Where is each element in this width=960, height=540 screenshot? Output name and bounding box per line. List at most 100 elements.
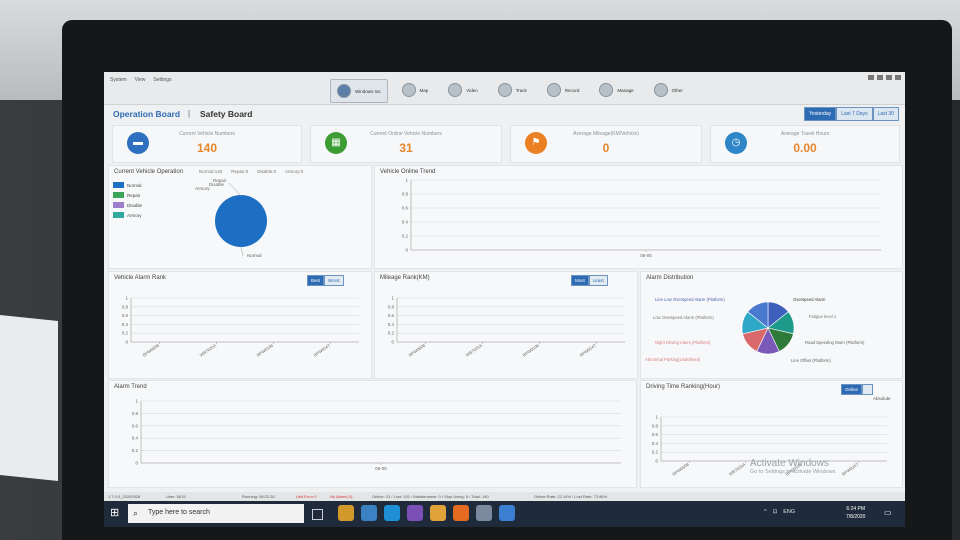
- y-tick-label: 0.4: [122, 322, 129, 327]
- manage-icon: [599, 83, 614, 97]
- windows-start-icon[interactable]: ⊞: [110, 508, 121, 519]
- pie-slice-normal[interactable]: [215, 195, 267, 247]
- panel-vehicle-operation: Current Vehicle Operation Normal:140 Rep…: [108, 165, 372, 269]
- nav-video[interactable]: Video: [442, 79, 483, 101]
- y-tick-label: 1: [125, 296, 128, 301]
- tab-operation-board[interactable]: Operation Board: [113, 109, 180, 119]
- menu-item-settings[interactable]: Settings: [153, 77, 171, 83]
- taskbar-app-icon[interactable]: [338, 505, 354, 521]
- x-tick-label: BPW0247: [841, 461, 860, 476]
- y-tick-label: 0.4: [402, 220, 409, 225]
- close-icon[interactable]: [895, 75, 901, 80]
- taskbar-app-icon[interactable]: [361, 505, 377, 521]
- task-view-icon[interactable]: [312, 509, 323, 520]
- restore-icon[interactable]: [868, 75, 874, 80]
- watermark-line2: Go to Settings to activate Windows.: [750, 469, 837, 475]
- range-yesterday[interactable]: Yesterday: [804, 107, 837, 121]
- nav-label: Windows Ios: [355, 88, 381, 94]
- kpi-label: Current Online Vehicle Numbers: [370, 131, 442, 137]
- taskbar-clock[interactable]: 6:24 PM 7/8/2020: [846, 505, 865, 521]
- nav-map[interactable]: Map: [396, 79, 435, 101]
- nav-label: Video: [466, 87, 478, 93]
- x-tick-label: WB7626A: [465, 343, 483, 358]
- dist-label: Overspeed Alarm: [793, 297, 826, 302]
- y-tick-label: 0: [135, 461, 138, 466]
- nav-label: Track: [515, 87, 527, 93]
- status-version: 1.7.0.0_20200528: [108, 494, 141, 499]
- y-tick-label: 0.6: [132, 423, 139, 428]
- status-bar: 1.7.0.0_20200528 User: 5015 Running: 08:…: [104, 492, 905, 501]
- pie-label-disable: Disable: [209, 182, 225, 187]
- pie-label-normal: Normal: [247, 253, 262, 258]
- nav-record[interactable]: Record: [541, 79, 586, 101]
- pie-leader-line: [228, 182, 242, 197]
- taskbar-app-icon[interactable]: [476, 505, 492, 521]
- tray-language[interactable]: ENG: [783, 509, 795, 515]
- alarm-distribution-pie: Line Low Overspeed Alarm (Platform) Over…: [645, 297, 865, 363]
- y-tick-label: 0: [655, 459, 658, 464]
- x-tick-label: BPW0608: [142, 342, 161, 357]
- y-tick-label: 1: [391, 296, 394, 301]
- alarm-rank-chart: 1 0.8 0.6 0.4 0.2 0 BPW0608 WB7626A BPW0196 BPW02…: [122, 296, 359, 358]
- dist-label: Line Low Overspeed Alarm (Platform): [655, 297, 725, 302]
- status-rate: Online Rate: 22.14% / Lost Rate: 72.86%: [534, 494, 608, 499]
- y-tick-label: 0.4: [132, 436, 139, 441]
- nav-windows-ios[interactable]: Windows Ios: [330, 79, 388, 103]
- app-titlebar: System View Settings Windows Ios Map Vid…: [104, 72, 905, 105]
- alarm-trend-chart: 1 0.8 0.6 0.4 0.2 0 06-05: [132, 399, 621, 471]
- kpi-online-vehicles: ▦ Current Online Vehicle Numbers 31: [310, 125, 502, 163]
- kpi-travel-hours: ◷ Average Travel Hours 0.00: [710, 125, 900, 163]
- pie-label-armory: Armory: [195, 186, 210, 191]
- range-last-7-days[interactable]: Last 7 Days: [836, 107, 873, 121]
- menu-item-view[interactable]: View: [135, 77, 146, 83]
- y-tick-label: 0.6: [402, 206, 409, 211]
- nav-other[interactable]: Other: [648, 79, 689, 101]
- notification-icon[interactable]: ▭: [884, 508, 892, 517]
- taskbar-app-icon[interactable]: [453, 505, 469, 521]
- status-alarm-1: Unit Error 0: [296, 494, 317, 499]
- x-tick-label: 06-05: [375, 466, 387, 471]
- panel-alarm-trend: Alarm Trend 1 0.8 0.6 0.4 0.2 0 06-05: [108, 380, 637, 488]
- dist-label: Night Driving Alarm (Platform): [655, 340, 711, 345]
- taskbar-app-icon[interactable]: [384, 505, 400, 521]
- track-icon: [497, 83, 512, 97]
- taskbar-app-icon[interactable]: [430, 505, 446, 521]
- kpi-value: 31: [399, 141, 413, 155]
- minimize-icon[interactable]: [877, 75, 883, 80]
- tab-safety-board[interactable]: Safety Board: [200, 109, 252, 119]
- status-alarm-2: No Alarm(.0): [330, 494, 353, 499]
- range-selector: Yesterday Last 7 Days Last 30: [804, 107, 899, 121]
- taskbar-app-icon[interactable]: [407, 505, 423, 521]
- watermark-line1: Activate Windows: [750, 458, 829, 469]
- x-tick-label: 06-05: [640, 253, 652, 258]
- dist-label: Road Speeding Warn (Platform): [805, 340, 865, 345]
- menu-item-system[interactable]: System: [110, 77, 127, 83]
- taskbar-search[interactable]: ⌕ Type here to search: [128, 504, 304, 523]
- y-tick-label: 0.2: [132, 448, 139, 453]
- range-last-30[interactable]: Last 30: [872, 107, 899, 121]
- x-tick-label: BPW0247: [313, 342, 332, 357]
- panel-alarm-rank: Vehicle Alarm Rank Best Worst 1 0.8 0.6 0.4…: [108, 271, 372, 379]
- maximize-icon[interactable]: [886, 75, 892, 80]
- x-tick-label: BPW0608: [408, 342, 427, 357]
- taskbar-app-icon[interactable]: [499, 505, 515, 521]
- nav-track[interactable]: Track: [492, 79, 533, 101]
- y-tick-label: 0.2: [388, 331, 395, 336]
- activate-windows-watermark: Activate Windows Go to Settings to activ…: [750, 458, 837, 475]
- window-controls: [868, 75, 901, 80]
- nav-manage[interactable]: Manage: [593, 79, 639, 101]
- panel-alarm-distribution: Alarm Distribution Line Low Overspeed Al…: [640, 271, 903, 379]
- kpi-average-mileage: ⚑ Average Mileage(KM/Vehicle) 0: [510, 125, 702, 163]
- tray-network-icon[interactable]: ⊡: [773, 509, 778, 515]
- tray-chevron-icon[interactable]: ^: [764, 509, 767, 515]
- nav-label: Record: [564, 87, 580, 93]
- status-counts: Online: 31 / Lost: 101 / Maintenance: 0 …: [372, 494, 489, 499]
- x-tick-label: WB7626A: [199, 343, 217, 358]
- y-tick-label: 0.6: [652, 432, 659, 437]
- map-icon: [401, 83, 416, 97]
- nav-label: Map: [419, 87, 429, 93]
- main-navbar: Windows Ios Map Video Track Record Manag…: [330, 79, 689, 103]
- y-tick-label: 0.8: [402, 192, 409, 197]
- pie-leader-line: [240, 246, 244, 257]
- y-tick-label: 0.2: [122, 331, 129, 336]
